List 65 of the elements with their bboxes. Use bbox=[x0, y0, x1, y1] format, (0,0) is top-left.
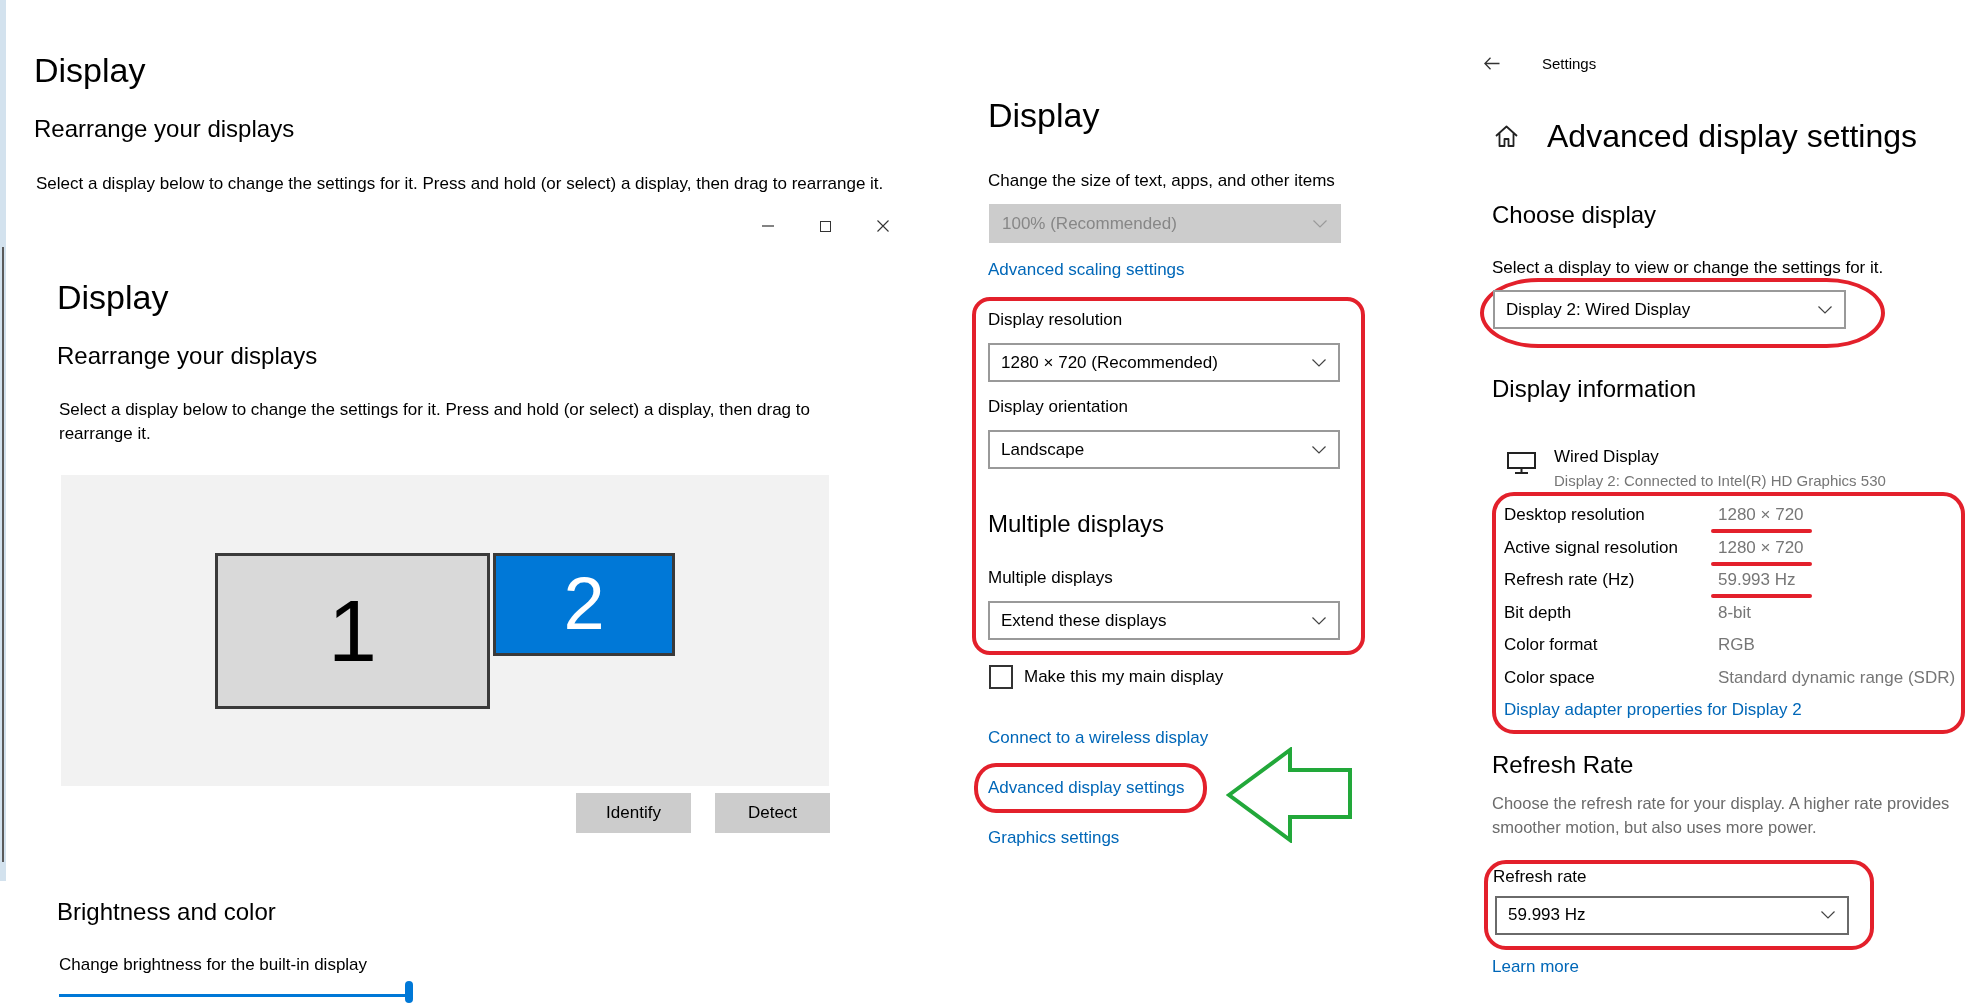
monitor-icon bbox=[1507, 452, 1536, 474]
monitor-tile[interactable]: 2 bbox=[493, 552, 675, 656]
checkbox[interactable] bbox=[989, 664, 1013, 689]
back-arrow-icon[interactable] bbox=[1484, 56, 1500, 70]
chevron-icon bbox=[1821, 911, 1835, 919]
description-text: Choose the refresh rate for your display. A higher rate provides smoother motion, but also uses more power. bbox=[1492, 792, 1951, 838]
settings-link[interactable]: Advanced scaling settings bbox=[988, 259, 1185, 281]
field-label: Display resolution bbox=[988, 309, 1123, 331]
settings-link[interactable]: Connect to a wireless display bbox=[988, 727, 1209, 749]
info-label: Active signal resolution bbox=[1504, 537, 1679, 558]
settings-link[interactable]: Learn more bbox=[1492, 956, 1579, 977]
section-heading: Multiple displays bbox=[988, 509, 1165, 539]
info-value: 1280 × 720 bbox=[1718, 537, 1804, 558]
chevron-icon bbox=[1312, 358, 1326, 367]
settings-link[interactable]: Display adapter properties for Display 2 bbox=[1504, 699, 1802, 722]
info-value: 8-bit bbox=[1718, 602, 1752, 623]
close-icon[interactable] bbox=[877, 220, 889, 232]
display-name: Wired Display bbox=[1554, 446, 1659, 468]
checkbox-label: Make this my main display bbox=[1024, 665, 1224, 688]
slider-thumb[interactable] bbox=[405, 981, 413, 1003]
description-text: Select a display below to change the settings for it. Press and hold (or select) a display, then drag to rearrange it. bbox=[59, 399, 811, 445]
field-label: Display orientation bbox=[988, 396, 1128, 418]
section-heading: Rearrange your displays bbox=[57, 341, 318, 371]
breadcrumb-label: Settings bbox=[1542, 54, 1597, 72]
info-value: 1280 × 720 bbox=[1718, 505, 1804, 526]
dropdown[interactable]: 59.993 Hz bbox=[1495, 895, 1849, 935]
info-label: Bit depth bbox=[1504, 602, 1573, 623]
field-label: Change brightness for the built-in display bbox=[59, 954, 368, 976]
display-subtitle: Display 2: Connected to Intel(R) HD Graphics 530 bbox=[1554, 471, 1886, 491]
chevron-icon bbox=[1313, 219, 1327, 228]
section-heading: Display information bbox=[1492, 374, 1697, 404]
page-title: Display bbox=[34, 50, 146, 90]
section-heading: Choose display bbox=[1492, 200, 1657, 230]
description-text: Select a display to view or change the settings for it. bbox=[1492, 258, 1884, 278]
settings-link[interactable]: Advanced display settings bbox=[988, 777, 1185, 799]
dropdown[interactable]: Display 2: Wired Display bbox=[1493, 290, 1846, 329]
page-title: Display bbox=[988, 95, 1100, 135]
action-button[interactable]: Detect bbox=[715, 793, 830, 833]
chevron-icon bbox=[1312, 616, 1326, 625]
dropdown[interactable]: Landscape bbox=[988, 430, 1340, 469]
section-heading: Brightness and color bbox=[57, 897, 276, 927]
monitor-tile[interactable]: 1 bbox=[215, 552, 490, 709]
section-heading: Rearrange your displays bbox=[34, 114, 295, 144]
home-icon[interactable] bbox=[1495, 125, 1518, 147]
info-value: 59.993 Hz bbox=[1718, 570, 1796, 591]
action-button[interactable]: Identify bbox=[576, 793, 691, 833]
field-label: Change the size of text, apps, and other items bbox=[988, 170, 1335, 192]
field-label: Multiple displays bbox=[988, 567, 1113, 589]
info-label: Color format bbox=[1504, 635, 1599, 656]
info-label: Color space bbox=[1504, 667, 1596, 688]
maximize-icon[interactable] bbox=[820, 220, 831, 232]
section-heading: Refresh Rate bbox=[1492, 749, 1634, 780]
page-title: Advanced display settings bbox=[1547, 117, 1917, 156]
chevron-icon bbox=[1818, 305, 1832, 314]
info-label: Refresh rate (Hz) bbox=[1504, 570, 1636, 591]
chevron-icon bbox=[1312, 445, 1326, 454]
description-text: Select a display below to change the settings for it. Press and hold (or select) a display, then drag to rearrange it. bbox=[36, 173, 884, 195]
field-label: Refresh rate bbox=[1493, 866, 1587, 887]
info-value: RGB bbox=[1718, 635, 1755, 656]
dropdown[interactable]: Extend these displays bbox=[988, 601, 1340, 640]
dropdown[interactable]: 1280 × 720 (Recommended) bbox=[988, 343, 1340, 382]
page-title: Display bbox=[57, 277, 169, 317]
info-label: Desktop resolution bbox=[1504, 505, 1646, 526]
settings-link[interactable]: Graphics settings bbox=[988, 827, 1120, 849]
info-value: Standard dynamic range (SDR) bbox=[1718, 667, 1956, 688]
